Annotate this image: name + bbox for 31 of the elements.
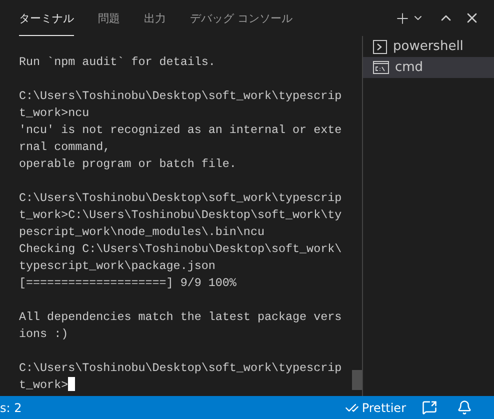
terminal-line: ions :) — [19, 326, 70, 343]
terminal-list-item[interactable]: cmd — [363, 57, 494, 78]
bell-icon[interactable] — [457, 400, 472, 415]
terminal-line: t_work>ncu — [19, 105, 90, 122]
terminal-line: pescript_work\node_modules\.bin\ncu — [19, 224, 266, 241]
scrollbar-thumb[interactable] — [352, 370, 362, 390]
panel-tab[interactable]: デバッグ コンソール — [190, 0, 292, 36]
terminal-icon — [373, 40, 387, 54]
terminal-line: typescript_work\package.json — [19, 258, 216, 275]
panel-tab[interactable]: ターミナル — [19, 0, 74, 36]
terminal-line: C:\Users\Toshinobu\Desktop\soft_work\typescrip — [19, 190, 343, 207]
terminal-list-item[interactable]: powershell — [363, 36, 494, 57]
prettier-status[interactable]: Prettier — [344, 400, 406, 414]
terminal-line: 'ncu' is not recognized as an internal or exte — [19, 122, 343, 139]
terminal-line: [====================] 9/9 100% — [19, 275, 238, 292]
terminal-name: cmd — [395, 60, 424, 75]
terminal-line: t_work>C:\Users\Toshinobu\Desktop\soft_work\ty — [19, 207, 343, 224]
status-text: s: 2 — [0, 400, 22, 414]
terminal-line: Checking C:\Users\Toshinobu\Desktop\soft_work\ — [19, 241, 343, 258]
terminal-name: powershell — [393, 39, 464, 54]
panel-tab[interactable]: 問題 — [98, 0, 120, 36]
terminal-line: operable program or batch file. — [19, 156, 238, 173]
command-prompt-icon — [373, 61, 389, 74]
terminal-line: t_work> — [19, 377, 352, 394]
terminal-line: All dependencies match the latest package vers — [19, 309, 343, 326]
terminal-line: rnal command, — [19, 139, 112, 156]
feedback-icon[interactable] — [422, 400, 437, 415]
panel-tab[interactable]: 出力 — [144, 0, 166, 36]
terminal-line: Run `npm audit` for details. — [19, 54, 216, 71]
terminal-line: C:\Users\Toshinobu\Desktop\soft_work\typescrip — [19, 88, 343, 105]
terminal-line: C:\Users\Toshinobu\Desktop\soft_work\typescrip — [19, 360, 343, 377]
